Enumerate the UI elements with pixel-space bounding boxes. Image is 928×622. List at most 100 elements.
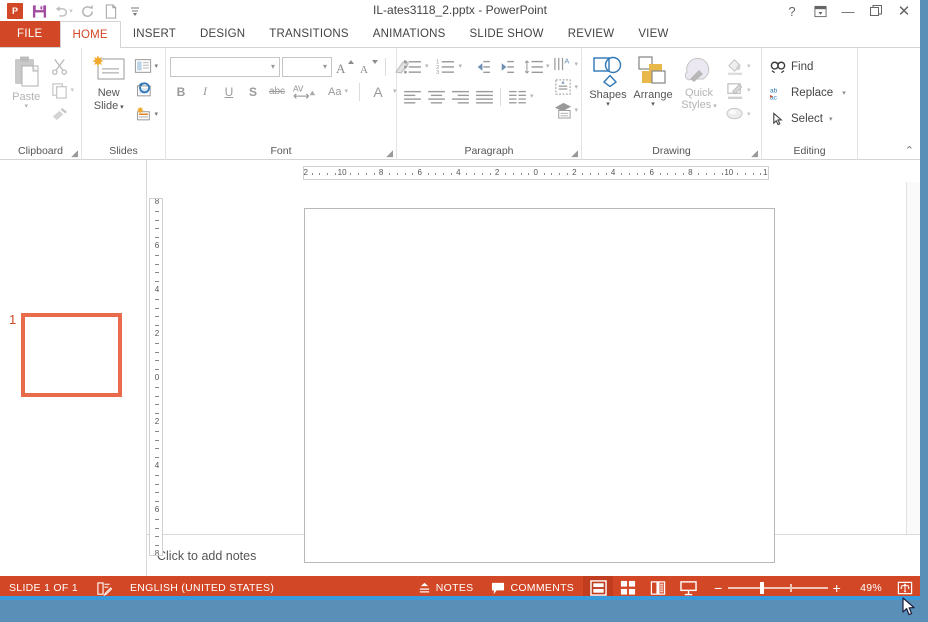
section-dropdown-caret[interactable]: ▾ <box>154 111 158 118</box>
replace-button[interactable]: ab ac Replace ▾ <box>766 81 850 105</box>
tab-design[interactable]: DESIGN <box>188 21 257 47</box>
slide-canvas[interactable] <box>304 208 775 563</box>
ruler-v-minor-mark <box>155 219 159 221</box>
format-painter-button[interactable] <box>48 103 77 125</box>
tab-insert[interactable]: INSERT <box>121 21 188 47</box>
tab-review[interactable]: REVIEW <box>556 21 627 47</box>
help-icon[interactable]: ? <box>778 1 806 21</box>
strikethrough-button[interactable]: abc <box>266 81 288 102</box>
paragraph-row2-divider <box>500 87 501 106</box>
decrease-indent-button[interactable] <box>469 56 491 77</box>
clipboard-dialog-launcher[interactable]: ◢ <box>71 148 78 159</box>
numbering-button[interactable]: 123 <box>435 56 457 77</box>
collapse-ribbon-button[interactable]: ⌃ <box>905 144 914 157</box>
copy-dropdown-caret[interactable]: ▾ <box>70 87 74 94</box>
layout-dropdown-caret[interactable]: ▾ <box>154 63 158 70</box>
select-caret[interactable]: ▾ <box>829 116 833 123</box>
vertical-ruler[interactable]: 8 6 4 2 0 2 4 6 8 <box>149 198 163 556</box>
decrease-font-size-button[interactable]: A <box>358 56 380 77</box>
ruler-h-tick: 8 <box>378 168 384 177</box>
increase-indent-button[interactable] <box>493 56 515 77</box>
italic-button[interactable]: I <box>194 81 216 102</box>
zoom-slider-handle[interactable] <box>759 582 764 594</box>
columns-button[interactable] <box>506 86 528 107</box>
font-dialog-launcher[interactable]: ◢ <box>386 148 393 159</box>
change-case-button[interactable]: Aa ▾ <box>322 81 354 102</box>
new-slide-button[interactable]: New Slide ▾ <box>86 51 131 113</box>
layout-button[interactable]: ▾ <box>131 55 161 77</box>
copy-button[interactable]: ▾ <box>48 79 77 101</box>
quick-styles-caret[interactable]: ▾ <box>711 103 717 110</box>
font-color-button[interactable]: A <box>365 81 391 102</box>
font-name-input[interactable]: ▾ <box>170 56 280 77</box>
shape-outline-caret[interactable]: ▾ <box>747 87 751 94</box>
slide-thumbnail-1[interactable] <box>21 313 122 397</box>
shape-fill-button[interactable]: ▾ <box>722 55 754 77</box>
shape-effects-button[interactable]: ▾ <box>722 103 754 125</box>
tab-transitions[interactable]: TRANSITIONS <box>257 21 361 47</box>
tab-slide-show[interactable]: SLIDE SHOW <box>458 21 556 47</box>
shape-outline-button[interactable]: ▾ <box>722 79 754 101</box>
shapes-button[interactable]: Shapes ▾ <box>586 51 630 108</box>
line-spacing-button[interactable] <box>522 56 544 77</box>
shapes-caret[interactable]: ▾ <box>606 101 610 108</box>
font-size-input[interactable]: ▾ <box>282 56 332 77</box>
replace-caret[interactable]: ▾ <box>842 90 846 97</box>
vertical-scrollbar[interactable] <box>906 182 920 534</box>
text-direction-button[interactable]: A ▾ <box>550 53 582 75</box>
smartart-caret[interactable]: ▾ <box>575 107 579 114</box>
change-case-caret[interactable]: ▾ <box>344 88 348 95</box>
underline-button[interactable]: U <box>218 81 240 102</box>
tab-file[interactable]: FILE <box>0 21 60 47</box>
cut-button[interactable] <box>48 55 77 77</box>
bullets-button[interactable] <box>401 56 423 77</box>
drawing-dialog-launcher[interactable]: ◢ <box>751 148 758 159</box>
zoom-percent-label[interactable]: 49% <box>852 582 890 594</box>
zoom-slider[interactable]: − + <box>703 580 852 596</box>
align-left-button[interactable] <box>401 86 423 107</box>
arrange-button[interactable]: Arrange ▾ <box>630 51 676 108</box>
columns-caret[interactable]: ▾ <box>530 93 534 100</box>
reset-button[interactable] <box>131 79 161 101</box>
align-center-button[interactable] <box>425 86 447 107</box>
tab-home[interactable]: HOME <box>59 21 121 48</box>
zoom-in-button[interactable]: + <box>828 580 846 596</box>
text-direction-caret[interactable]: ▾ <box>575 61 579 68</box>
paragraph-dialog-launcher[interactable]: ◢ <box>571 148 578 159</box>
shape-effects-caret[interactable]: ▾ <box>747 111 751 118</box>
font-color-caret[interactable]: ▾ <box>393 88 397 95</box>
powerpoint-window: P ▾ IL-ates3118_2.pptx - PowerPoint ? — … <box>0 0 920 616</box>
minimize-button[interactable]: — <box>834 1 862 21</box>
maximize-restore-button[interactable] <box>862 1 890 21</box>
character-spacing-button[interactable]: AV <box>290 81 320 102</box>
justify-button[interactable] <box>473 86 495 107</box>
ruler-v-minor-mark <box>155 263 159 265</box>
convert-to-smartart-button[interactable]: ▾ <box>550 99 582 121</box>
ribbon-display-options-icon[interactable] <box>806 1 834 21</box>
new-slide-dropdown-caret[interactable]: ▾ <box>118 104 124 111</box>
ruler-h-minor-mark <box>636 172 638 175</box>
find-button[interactable]: Find <box>766 55 850 79</box>
tab-animations[interactable]: ANIMATIONS <box>361 21 458 47</box>
zoom-slider-track[interactable] <box>727 582 828 594</box>
paste-label: Paste <box>12 91 41 103</box>
align-right-button[interactable] <box>449 86 471 107</box>
text-shadow-button[interactable]: S <box>242 81 264 102</box>
horizontal-ruler-track[interactable]: 12 10 8 6 4 2 0 2 4 6 8 10 12 <box>303 166 769 180</box>
shape-fill-caret[interactable]: ▾ <box>747 63 751 70</box>
increase-font-size-button[interactable]: A <box>334 56 356 77</box>
section-button[interactable]: ▾ <box>131 103 161 125</box>
numbering-caret[interactable]: ▾ <box>459 63 463 70</box>
zoom-out-button[interactable]: − <box>709 580 727 596</box>
close-button[interactable]: ✕ <box>890 1 918 21</box>
paste-button[interactable]: Paste ▾ <box>4 51 48 110</box>
align-text-button[interactable]: ▾ <box>550 76 582 98</box>
arrange-caret[interactable]: ▾ <box>651 101 655 108</box>
bullets-caret[interactable]: ▾ <box>425 63 429 70</box>
bold-button[interactable]: B <box>170 81 192 102</box>
paste-dropdown-caret[interactable]: ▾ <box>24 103 28 110</box>
quick-styles-button[interactable]: Quick Styles ▾ <box>676 51 722 111</box>
tab-view[interactable]: VIEW <box>626 21 680 47</box>
select-button[interactable]: Select ▾ <box>766 107 850 131</box>
align-text-caret[interactable]: ▾ <box>575 84 579 91</box>
